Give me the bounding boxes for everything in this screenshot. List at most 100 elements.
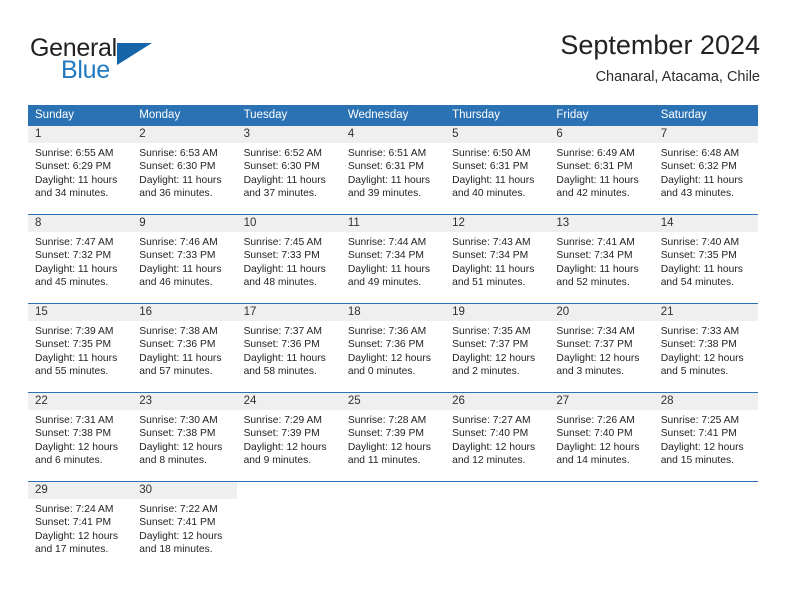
- day-cell-4[interactable]: 4 Sunrise: 6:51 AM Sunset: 6:31 PM Daylight…: [340, 126, 446, 214]
- day-details: Sunrise: 7:30 AM Sunset: 7:38 PM Daylight:…: [132, 410, 236, 468]
- day-detail-line: Sunset: 7:32 PM: [35, 250, 112, 262]
- day-detail-line: Sunrise: 7:37 AM: [243, 326, 322, 337]
- day-cell-26[interactable]: 26 Sunrise: 7:27 AM Sunset: 7:40 PM Dayligh…: [445, 393, 550, 481]
- day-cell-19[interactable]: 19 Sunrise: 7:35 AM Sunset: 7:37 PM Dayligh…: [445, 304, 550, 392]
- day-detail-line: and 11 minutes.: [347, 455, 421, 467]
- day-details: Sunrise: 7:46 AM Sunset: 7:33 PM Daylight:…: [132, 232, 236, 290]
- day-number: 18: [347, 306, 361, 318]
- day-cell-18[interactable]: 18 Sunrise: 7:36 AM Sunset: 7:36 PM Dayligh…: [340, 304, 446, 392]
- day-detail-line: Sunrise: 6:48 AM: [660, 148, 740, 159]
- day-cell-12[interactable]: 12 Sunrise: 7:43 AM Sunset: 7:34 PM Dayligh…: [445, 215, 550, 303]
- day-detail-line: Daylight: 12 hours: [556, 352, 640, 364]
- day-cell-23[interactable]: 23 Sunrise: 7:30 AM Sunset: 7:38 PM Dayligh…: [132, 393, 237, 481]
- day-detail-line: Sunset: 7:34 PM: [452, 250, 529, 262]
- day-detail-line: and 6 minutes.: [35, 455, 103, 467]
- day-details: Sunrise: 6:55 AM Sunset: 6:29 PM Daylight:…: [28, 143, 132, 201]
- day-detail-line: Sunset: 7:38 PM: [35, 428, 112, 440]
- day-detail-line: Sunset: 7:34 PM: [347, 250, 424, 262]
- day-number-band: 11: [340, 215, 446, 232]
- day-details: Sunrise: 6:53 AM Sunset: 6:30 PM Daylight:…: [132, 143, 236, 201]
- day-cell-20[interactable]: 20 Sunrise: 7:34 AM Sunset: 7:37 PM Dayligh…: [549, 304, 654, 392]
- day-details: [654, 499, 758, 503]
- calendar-weeks: 1 Sunrise: 6:55 AM Sunset: 6:29 PM Daylight…: [28, 126, 758, 570]
- day-details: Sunrise: 6:51 AM Sunset: 6:31 PM Daylight:…: [341, 143, 445, 201]
- day-detail-line: Sunset: 7:34 PM: [556, 250, 633, 262]
- week-cells: 1 Sunrise: 6:55 AM Sunset: 6:29 PM Daylight…: [28, 126, 758, 214]
- day-cell-30[interactable]: 30 Sunrise: 7:22 AM Sunset: 7:41 PM Dayligh…: [132, 482, 237, 570]
- day-cell-22[interactable]: 22 Sunrise: 7:31 AM Sunset: 7:38 PM Dayligh…: [28, 393, 133, 481]
- day-number-band: 15: [28, 304, 133, 321]
- day-cell-25[interactable]: 25 Sunrise: 7:28 AM Sunset: 7:39 PM Dayligh…: [340, 393, 446, 481]
- day-detail-line: Daylight: 11 hours: [243, 174, 326, 186]
- day-number-band: 13: [549, 215, 654, 232]
- day-details: Sunrise: 7:33 AM Sunset: 7:38 PM Daylight:…: [654, 321, 758, 379]
- weekday-header-sunday: Sunday: [35, 109, 75, 121]
- day-number-band: 1: [28, 126, 133, 143]
- day-cell-27[interactable]: 27 Sunrise: 7:26 AM Sunset: 7:40 PM Dayligh…: [549, 393, 654, 481]
- day-number-band: 7: [653, 126, 758, 143]
- day-cell-1[interactable]: 1 Sunrise: 6:55 AM Sunset: 6:29 PM Daylight…: [28, 126, 133, 214]
- weekday-header-saturday: Saturday: [660, 109, 707, 121]
- day-detail-line: Sunset: 7:40 PM: [556, 428, 633, 440]
- day-detail-line: Daylight: 11 hours: [35, 174, 118, 186]
- day-number-band: 18: [340, 304, 446, 321]
- day-number: 10: [243, 217, 257, 229]
- day-detail-line: Daylight: 12 hours: [347, 441, 431, 453]
- day-cell-24[interactable]: 24 Sunrise: 7:29 AM Sunset: 7:39 PM Dayligh…: [236, 393, 341, 481]
- day-number: 28: [660, 395, 674, 407]
- day-number-band: 6: [549, 126, 654, 143]
- day-cell-2[interactable]: 2 Sunrise: 6:53 AM Sunset: 6:30 PM Daylight…: [132, 126, 237, 214]
- day-detail-line: Daylight: 11 hours: [139, 174, 222, 186]
- day-details: Sunrise: 6:49 AM Sunset: 6:31 PM Daylight:…: [549, 143, 653, 201]
- day-cell-16[interactable]: 16 Sunrise: 7:38 AM Sunset: 7:36 PM Dayligh…: [132, 304, 237, 392]
- day-cell-5[interactable]: 5 Sunrise: 6:50 AM Sunset: 6:31 PM Daylight…: [445, 126, 550, 214]
- day-detail-line: Sunset: 7:37 PM: [556, 339, 633, 351]
- day-number-band: 4: [340, 126, 446, 143]
- week-cells: 22 Sunrise: 7:31 AM Sunset: 7:38 PM Dayligh…: [28, 393, 758, 481]
- day-detail-line: and 46 minutes.: [139, 277, 213, 289]
- day-detail-line: Daylight: 11 hours: [660, 263, 743, 275]
- day-detail-line: Sunset: 7:38 PM: [139, 428, 216, 440]
- day-cell-13[interactable]: 13 Sunrise: 7:41 AM Sunset: 7:34 PM Dayligh…: [549, 215, 654, 303]
- page-title: September 2024: [560, 30, 760, 60]
- day-detail-line: Sunset: 7:37 PM: [452, 339, 529, 351]
- day-details: Sunrise: 7:36 AM Sunset: 7:36 PM Daylight:…: [341, 321, 445, 379]
- day-detail-line: Daylight: 12 hours: [139, 530, 223, 542]
- day-number-band: 8: [28, 215, 133, 232]
- day-cell-3[interactable]: 3 Sunrise: 6:52 AM Sunset: 6:30 PM Daylight…: [236, 126, 341, 214]
- day-detail-line: Sunset: 6:30 PM: [139, 161, 216, 173]
- day-number: 7: [660, 128, 668, 140]
- day-number: 27: [556, 395, 570, 407]
- day-detail-line: Daylight: 12 hours: [452, 352, 536, 364]
- day-detail-line: and 34 minutes.: [35, 188, 109, 200]
- day-number-band: 22: [28, 393, 133, 410]
- day-cell-7[interactable]: 7 Sunrise: 6:48 AM Sunset: 6:32 PM Daylight…: [653, 126, 758, 214]
- day-number: 13: [556, 217, 570, 229]
- day-cell-6[interactable]: 6 Sunrise: 6:49 AM Sunset: 6:31 PM Daylight…: [549, 126, 654, 214]
- day-detail-line: Sunrise: 7:22 AM: [139, 504, 218, 515]
- day-cell-8[interactable]: 8 Sunrise: 7:47 AM Sunset: 7:32 PM Daylight…: [28, 215, 133, 303]
- day-detail-line: Daylight: 11 hours: [243, 352, 326, 364]
- day-cell-15[interactable]: 15 Sunrise: 7:39 AM Sunset: 7:35 PM Dayligh…: [28, 304, 133, 392]
- day-detail-line: Sunrise: 7:33 AM: [660, 326, 740, 337]
- day-cell-11[interactable]: 11 Sunrise: 7:44 AM Sunset: 7:34 PM Dayligh…: [340, 215, 446, 303]
- day-number: 19: [452, 306, 465, 318]
- day-detail-line: Sunrise: 6:50 AM: [452, 148, 531, 159]
- day-detail-line: Sunset: 6:31 PM: [347, 161, 424, 173]
- day-cell-21[interactable]: 21 Sunrise: 7:33 AM Sunset: 7:38 PM Dayligh…: [653, 304, 758, 392]
- day-detail-line: Sunset: 6:31 PM: [556, 161, 633, 173]
- day-detail-line: and 43 minutes.: [660, 188, 734, 200]
- day-cell-29[interactable]: 29 Sunrise: 7:24 AM Sunset: 7:41 PM Dayligh…: [28, 482, 133, 570]
- page-header: General Blue September 2024 Chanaral, At…: [28, 28, 760, 98]
- day-number: 25: [347, 395, 361, 407]
- day-details: [445, 499, 549, 503]
- day-detail-line: and 40 minutes.: [452, 188, 526, 200]
- day-cell-17[interactable]: 17 Sunrise: 7:37 AM Sunset: 7:36 PM Dayligh…: [236, 304, 341, 392]
- day-cell-28[interactable]: 28 Sunrise: 7:25 AM Sunset: 7:41 PM Dayligh…: [653, 393, 758, 481]
- day-cell-10[interactable]: 10 Sunrise: 7:45 AM Sunset: 7:33 PM Dayligh…: [236, 215, 341, 303]
- day-cell-9[interactable]: 9 Sunrise: 7:46 AM Sunset: 7:33 PM Daylight…: [132, 215, 237, 303]
- day-detail-line: Daylight: 12 hours: [660, 352, 744, 364]
- day-cell-14[interactable]: 14 Sunrise: 7:40 AM Sunset: 7:35 PM Dayligh…: [653, 215, 758, 303]
- day-number-band: 25: [340, 393, 446, 410]
- day-details: Sunrise: 7:31 AM Sunset: 7:38 PM Daylight:…: [28, 410, 132, 468]
